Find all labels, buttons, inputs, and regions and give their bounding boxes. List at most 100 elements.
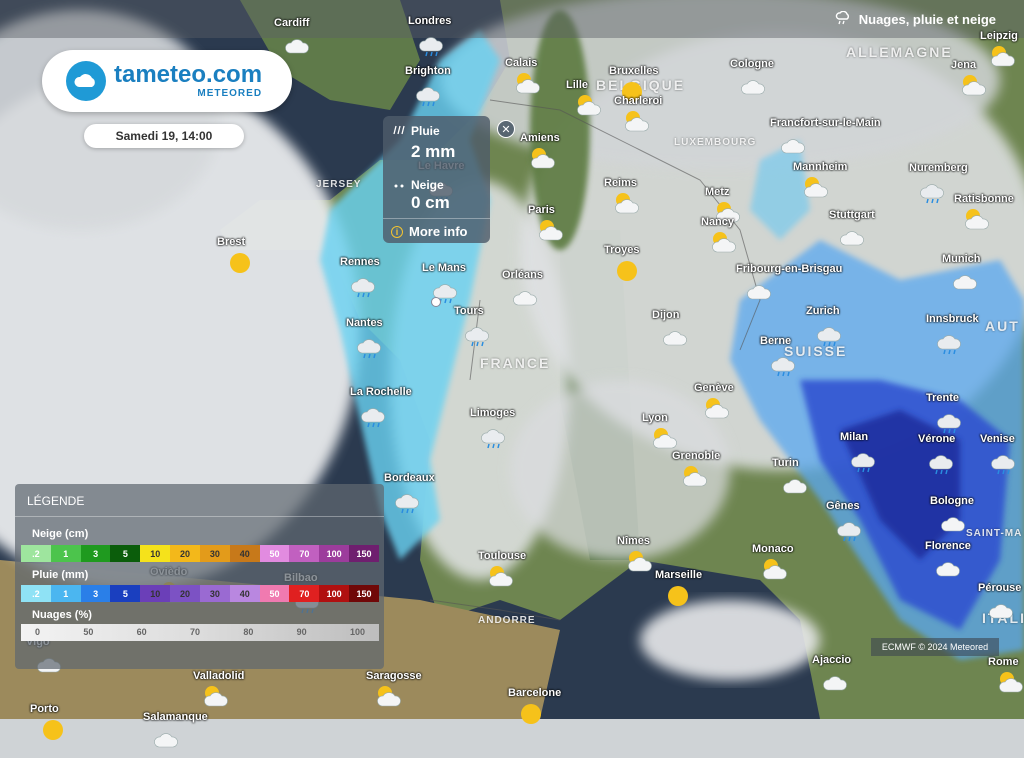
sun-cloud-icon[interactable] [538, 218, 564, 251]
rain-cloud-icon[interactable] [770, 349, 796, 382]
city-label[interactable]: Genève [694, 382, 734, 394]
city-label[interactable]: Leipzig [980, 30, 1018, 42]
city-label[interactable]: Londres [408, 15, 451, 27]
city-label[interactable]: Munich [942, 253, 981, 265]
sun-cloud-icon[interactable] [704, 396, 730, 429]
sun-cloud-icon[interactable] [682, 464, 708, 497]
city-label[interactable]: Bruxelles [609, 65, 659, 77]
city-label[interactable]: Lille [566, 79, 588, 91]
rain-cloud-icon[interactable] [816, 319, 842, 352]
city-label[interactable]: Le Mans [422, 262, 466, 274]
sun-cloud-icon[interactable] [614, 191, 640, 224]
city-label[interactable]: Valladolid [193, 670, 244, 682]
cloud-icon[interactable] [153, 725, 179, 758]
date-selector[interactable]: Samedi 19, 14:00 [84, 124, 244, 148]
sun-icon[interactable] [665, 583, 691, 616]
more-info-link[interactable]: i More info [391, 224, 468, 239]
sun-cloud-icon[interactable] [711, 230, 737, 263]
city-label[interactable]: Monaco [752, 543, 794, 555]
rain-cloud-icon[interactable] [936, 327, 962, 360]
city-label[interactable]: Tours [454, 305, 484, 317]
city-label[interactable]: Dijon [652, 309, 680, 321]
layer-selector[interactable]: Nuages, pluie et neige [835, 10, 996, 28]
cloud-icon[interactable] [780, 131, 806, 164]
city-label[interactable]: Zurich [806, 305, 840, 317]
city-label[interactable]: Amiens [520, 132, 560, 144]
sun-icon[interactable] [614, 258, 640, 291]
sun-cloud-icon[interactable] [515, 71, 541, 104]
sun-cloud-icon[interactable] [576, 93, 602, 126]
city-label[interactable]: Mannheim [793, 161, 847, 173]
rain-cloud-icon[interactable] [418, 29, 444, 62]
city-label[interactable]: Rome [988, 656, 1019, 668]
city-label[interactable]: Innsbruck [926, 313, 979, 325]
city-label[interactable]: Orléans [502, 269, 543, 281]
cloud-icon[interactable] [988, 596, 1014, 629]
city-label[interactable]: Calais [505, 57, 537, 69]
city-label[interactable]: Florence [925, 540, 971, 552]
city-label[interactable]: Nuremberg [909, 162, 968, 174]
rain-cloud-icon[interactable] [415, 79, 441, 112]
city-label[interactable]: Brighton [405, 65, 451, 77]
city-label[interactable]: Bordeaux [384, 472, 435, 484]
city-label[interactable]: Brest [217, 236, 245, 248]
sun-cloud-icon[interactable] [990, 44, 1016, 77]
city-label[interactable]: Marseille [655, 569, 702, 581]
city-label[interactable]: Ratisbonne [954, 193, 1014, 205]
sun-cloud-icon[interactable] [961, 73, 987, 106]
cloud-icon[interactable] [935, 554, 961, 587]
rain-cloud-icon[interactable] [850, 445, 876, 478]
cloud-icon[interactable] [952, 267, 978, 300]
city-label[interactable]: Francfort-sur-le-Main [770, 117, 881, 129]
rain-cloud-icon[interactable] [356, 331, 382, 364]
sun-cloud-icon[interactable] [488, 564, 514, 597]
city-label[interactable]: Cologne [730, 58, 774, 70]
city-label[interactable]: Metz [705, 186, 729, 198]
cloud-icon[interactable] [662, 323, 688, 356]
city-label[interactable]: Grenoble [672, 450, 720, 462]
cloud-icon[interactable] [782, 471, 808, 504]
city-label[interactable]: Bologne [930, 495, 974, 507]
city-label[interactable]: Nîmes [617, 535, 650, 547]
city-label[interactable]: Pérouse [978, 582, 1021, 594]
site-logo[interactable]: tameteo.com METEORED [42, 50, 292, 112]
city-label[interactable]: Reims [604, 177, 637, 189]
rain-cloud-icon[interactable] [360, 400, 386, 433]
rain-cloud-icon[interactable] [394, 486, 420, 519]
city-label[interactable]: Toulouse [478, 550, 526, 562]
city-label[interactable]: Milan [840, 431, 868, 443]
city-label[interactable]: Paris [528, 204, 555, 216]
rain-cloud-icon[interactable] [350, 270, 376, 303]
city-label[interactable]: Cardiff [274, 17, 309, 29]
city-label[interactable]: Charleroi [614, 95, 662, 107]
city-label[interactable]: Vérone [918, 433, 955, 445]
cloud-icon[interactable] [512, 283, 538, 316]
city-label[interactable]: Stuttgart [829, 209, 875, 221]
city-label[interactable]: Porto [30, 703, 59, 715]
rain-cloud-icon[interactable] [480, 421, 506, 454]
city-label[interactable]: Salamanque [143, 711, 208, 723]
sun-icon[interactable] [40, 717, 66, 750]
city-label[interactable]: Jena [951, 59, 976, 71]
rain-cloud-icon[interactable] [990, 447, 1016, 480]
city-label[interactable]: Ajaccio [812, 654, 851, 666]
rain-cloud-icon[interactable] [464, 319, 490, 352]
popup-close-button[interactable]: ✕ [497, 120, 515, 138]
city-label[interactable]: Gênes [826, 500, 860, 512]
city-label[interactable]: Rennes [340, 256, 380, 268]
cloud-icon[interactable] [839, 223, 865, 256]
city-label[interactable]: Turin [772, 457, 799, 469]
sun-cloud-icon[interactable] [624, 109, 650, 142]
city-label[interactable]: Limoges [470, 407, 515, 419]
cloud-icon[interactable] [746, 277, 772, 310]
city-label[interactable]: Lyon [642, 412, 668, 424]
rain-cloud-icon[interactable] [928, 447, 954, 480]
cloud-icon[interactable] [740, 72, 766, 105]
location-pin[interactable] [431, 297, 441, 307]
sun-icon[interactable] [227, 250, 253, 283]
sun-cloud-icon[interactable] [627, 549, 653, 582]
sun-cloud-icon[interactable] [803, 175, 829, 208]
sun-cloud-icon[interactable] [998, 670, 1024, 703]
city-label[interactable]: Venise [980, 433, 1015, 445]
cloud-icon[interactable] [822, 668, 848, 701]
